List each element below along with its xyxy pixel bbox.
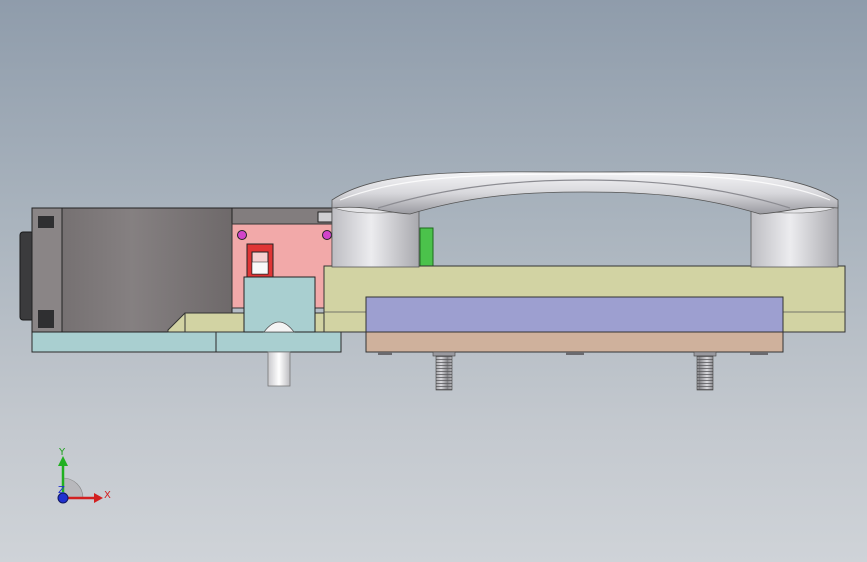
bolt-left: [432, 351, 456, 391]
screw-head-left: [237, 230, 247, 240]
assembly-front-view: Y X Z: [19, 171, 846, 504]
handle-grip: [331, 171, 839, 215]
bolt-right: [693, 351, 717, 391]
base-plate-left: [31, 331, 342, 353]
tan-plate: [365, 331, 784, 355]
cad-viewport[interactable]: Y X Z: [0, 0, 867, 562]
green-tab: [419, 227, 434, 269]
coordinate-triad: Y X Z: [57, 447, 111, 504]
axis-label-z: Z: [58, 485, 65, 496]
guide-block: [243, 276, 316, 333]
axis-label-y: Y: [58, 447, 66, 458]
axis-label-x: X: [104, 490, 111, 501]
screw-head-right: [322, 230, 332, 240]
purple-plate: [365, 296, 784, 334]
locating-pin: [267, 351, 291, 387]
